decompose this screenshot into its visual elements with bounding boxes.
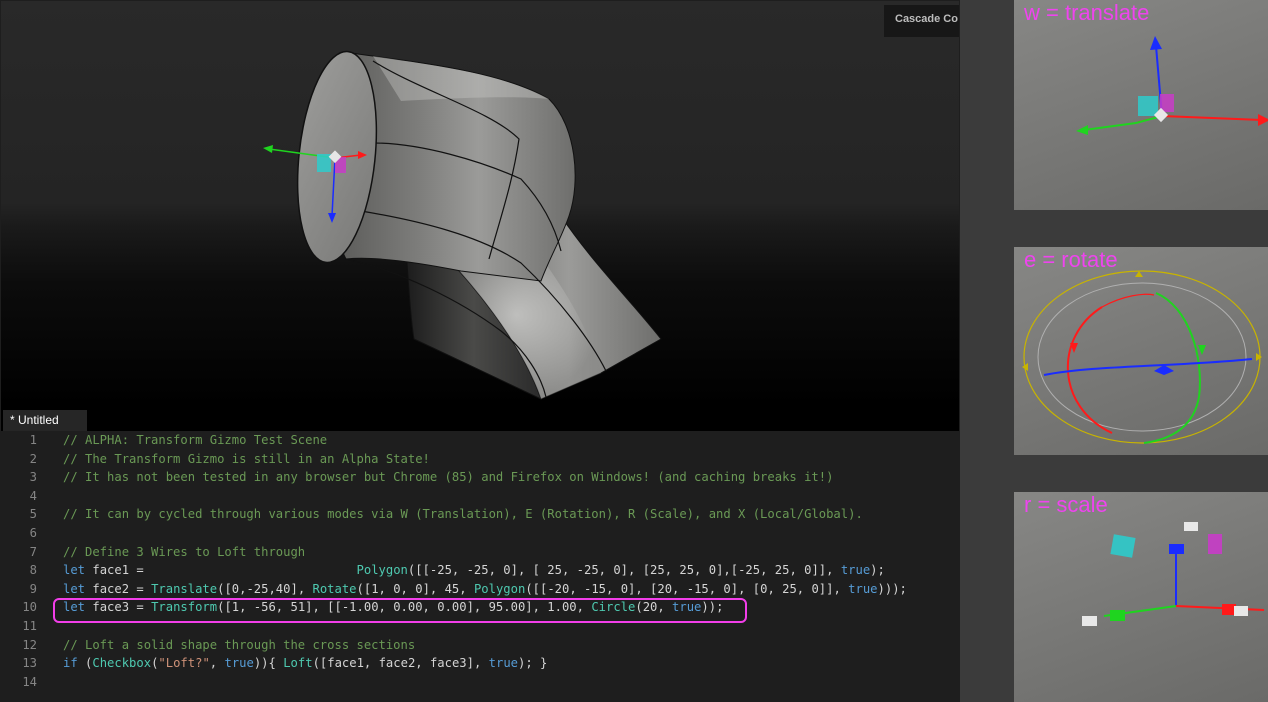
scene-title-label: Cascade Co: [884, 5, 959, 37]
main-area: Cascade Co * Untitled 1 // ALPHA: Transfo…: [0, 0, 960, 702]
code-token: );: [870, 563, 885, 578]
code-line[interactable]: 8 let face1 = Polygon([[-25, -25, 0], [ 2…: [1, 561, 959, 579]
code-token: ([0,-25,40],: [217, 581, 313, 596]
code-token: // It can by cycled through various mode…: [63, 507, 863, 522]
line-number: 12: [22, 637, 37, 652]
rotate-mode-panel: e = rotate: [1014, 247, 1268, 455]
code-token: // ALPHA: Transform Gizmo Test Scene: [63, 433, 328, 447]
scale-mode-panel: r = scale: [1014, 492, 1268, 702]
line-number: 6: [29, 526, 37, 540]
code-text: // It can by cycled through various mode…: [63, 505, 863, 523]
code-token: )));: [877, 581, 907, 596]
code-line[interactable]: 6: [1, 524, 959, 542]
code-line[interactable]: 3 // It has not been tested in any browse…: [1, 468, 959, 486]
code-text: let face2 = Translate([0,-25,40], Rotate…: [63, 580, 907, 598]
code-token: "Loft?": [158, 656, 210, 671]
code-line[interactable]: 13 if (Checkbox("Loft?", true)){ Loft([fa…: [1, 654, 959, 672]
code-token: ); }: [518, 656, 548, 671]
line-number: 10: [22, 600, 37, 615]
scale-gizmo-icon: [1082, 522, 1265, 626]
line-number: 14: [22, 674, 37, 689]
code-token: ,: [209, 656, 225, 671]
code-token: true: [488, 656, 519, 671]
code-token: // The Transform Gizmo is still in an Al…: [63, 451, 430, 466]
code-token: Polygon: [356, 563, 408, 578]
code-token: )){: [253, 656, 284, 671]
code-text: // The Transform Gizmo is still in an Al…: [63, 450, 430, 468]
line-number: 13: [22, 656, 37, 671]
3d-viewport[interactable]: Cascade Co: [1, 1, 959, 405]
code-line[interactable]: 12 // Loft a solid shape through the cros…: [1, 636, 959, 654]
rotate-gizmo-icon: [1022, 270, 1262, 444]
code-token: Checkbox: [92, 656, 152, 671]
editor-tab-bar: * Untitled: [1, 405, 959, 431]
line-number: 3: [29, 470, 37, 485]
line-number: 11: [22, 619, 37, 633]
code-token: face1 =: [85, 563, 357, 578]
code-line[interactable]: 4: [1, 487, 959, 505]
code-token: // Loft a solid shape through the cross …: [63, 637, 416, 652]
code-line[interactable]: 1 // ALPHA: Transform Gizmo Test Scene: [1, 431, 959, 449]
code-text: // Define 3 Wires to Loft through: [63, 543, 305, 561]
code-token: let: [63, 581, 86, 596]
code-line[interactable]: 7 // Define 3 Wires to Loft through: [1, 543, 959, 561]
code-line[interactable]: 9 let face2 = Translate([0,-25,40], Rotat…: [1, 580, 959, 598]
code-token: let: [63, 563, 86, 578]
code-line[interactable]: 14: [1, 673, 959, 691]
code-token: Loft: [283, 656, 313, 671]
code-text: // Loft a solid shape through the cross …: [63, 636, 415, 654]
line-number: 5: [29, 507, 37, 522]
code-text: let face1 = Polygon([[-25, -25, 0], [ 25…: [63, 561, 885, 579]
code-token: Translate: [151, 581, 218, 596]
line-number: 2: [29, 451, 37, 466]
code-line[interactable]: 2 // The Transform Gizmo is still in an A…: [1, 450, 959, 468]
line-number: 9: [29, 581, 37, 596]
tab-untitled[interactable]: * Untitled: [3, 410, 87, 431]
code-token: ([1, 0, 0], 45,: [356, 581, 474, 596]
code-token: (: [77, 656, 93, 671]
code-token: if: [63, 656, 78, 671]
code-token: Rotate: [312, 581, 357, 596]
translate-gizmo-icon: [1076, 36, 1268, 135]
gizmo-reference-panels: w = translate e = rotate r = scale: [960, 0, 1268, 702]
code-token: ([[-25, -25, 0], [ 25, -25, 0], [25, 25,…: [407, 563, 841, 578]
code-token: true: [848, 581, 878, 596]
code-text: // It has not been tested in any browser…: [63, 468, 833, 486]
code-text: if (Checkbox("Loft?", true)){ Loft([face…: [63, 654, 547, 672]
translate-mode-panel: w = translate: [1014, 0, 1268, 210]
code-line[interactable]: 5 // It can by cycled through various mod…: [1, 505, 959, 523]
line-number: 4: [29, 488, 37, 503]
code-token: Polygon: [473, 581, 526, 596]
line-number: 1: [29, 433, 37, 447]
code-token: // Define 3 Wires to Loft through: [63, 544, 306, 559]
line-number: 7: [29, 544, 37, 559]
code-text: // ALPHA: Transform Gizmo Test Scene: [63, 431, 327, 449]
code-token: ([[-20, -15, 0], [20, -15, 0], [0, 25, 0…: [525, 581, 849, 596]
code-token: face2 =: [85, 581, 152, 596]
highlighted-line-box: [53, 598, 747, 623]
code-token: true: [224, 656, 254, 671]
code-token: true: [840, 563, 871, 578]
code-editor[interactable]: 1 // ALPHA: Transform Gizmo Test Scene 2 //…: [1, 431, 959, 702]
line-number: 8: [29, 563, 37, 578]
code-token: // It has not been tested in any browser…: [63, 470, 834, 485]
code-token: ([face1, face2, face3],: [312, 656, 489, 671]
loft-shape-render: [263, 50, 662, 400]
